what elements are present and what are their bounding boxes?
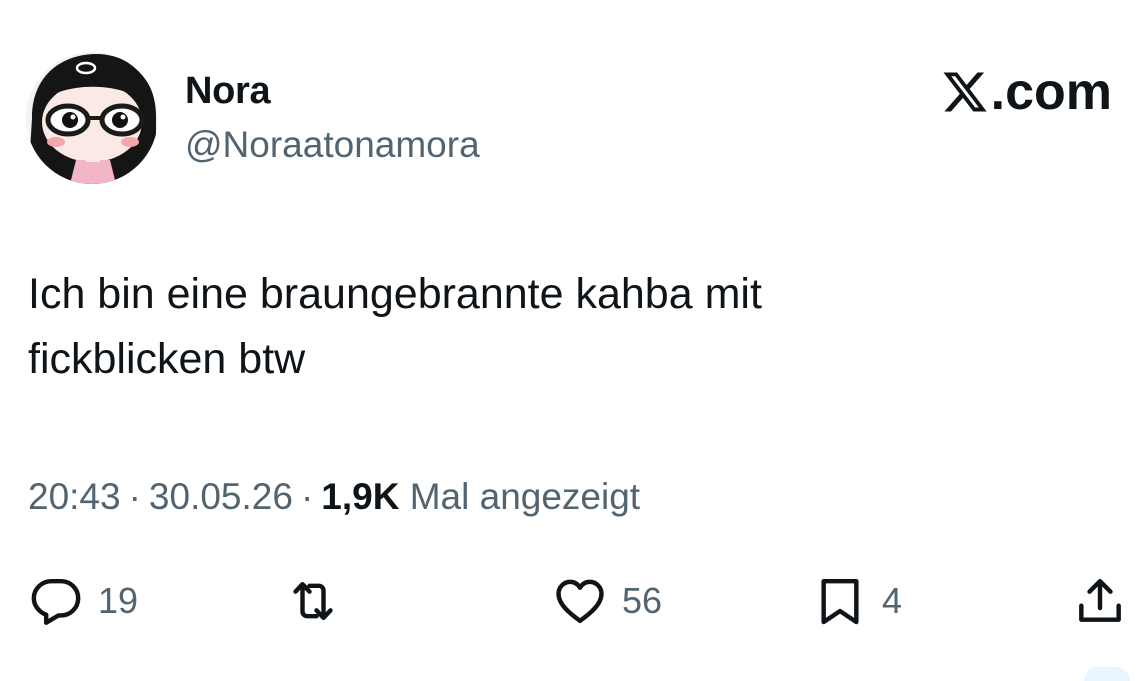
reply-bubble-icon: [31, 578, 81, 625]
scroll-hint-fab: [1084, 667, 1130, 681]
views-label: Mal angezeigt: [409, 476, 641, 517]
author-avatar[interactable]: [26, 52, 158, 184]
like-button[interactable]: 56: [552, 566, 662, 636]
author-display-name[interactable]: Nora: [185, 70, 271, 113]
heart-icon: [556, 579, 604, 624]
brand-watermark: .com: [941, 62, 1112, 122]
repost-button[interactable]: [285, 566, 355, 636]
share-button[interactable]: [1072, 566, 1128, 636]
meta-separator: ·: [128, 476, 141, 517]
tweet-time[interactable]: 20:43: [28, 476, 121, 517]
bookmark-button[interactable]: 4: [812, 566, 902, 636]
tweet-date[interactable]: 30.05.26: [149, 476, 293, 517]
author-handle[interactable]: @Noraatonamora: [185, 124, 480, 166]
brand-domain-label: .com: [990, 63, 1112, 121]
meta-separator: ·: [300, 476, 314, 517]
share-icon: [1079, 578, 1121, 622]
tweet-action-bar: 19 56 4: [0, 566, 1142, 636]
bookmark-count: 4: [882, 580, 903, 621]
cartoon-girl-with-glasses-avatar: [26, 52, 158, 184]
tweet-text: Ich bin eine braungebrannte kahba mit fi…: [28, 262, 1108, 392]
repost-arrows-icon: [293, 581, 333, 621]
tweet-text-line: fickblicken btw: [28, 335, 306, 383]
views-count: 1,9K: [321, 476, 400, 517]
like-count: 56: [622, 580, 663, 621]
tweet-meta: 20:43 · 30.05.26 · 1,9K Mal angezeigt: [28, 476, 640, 518]
reply-button[interactable]: 19: [28, 566, 138, 636]
reply-count: 19: [98, 580, 139, 621]
bookmark-icon: [821, 578, 859, 625]
x-logo-icon: [943, 72, 987, 112]
tweet-text-line: Ich bin eine braungebrannte kahba mit: [28, 270, 762, 318]
